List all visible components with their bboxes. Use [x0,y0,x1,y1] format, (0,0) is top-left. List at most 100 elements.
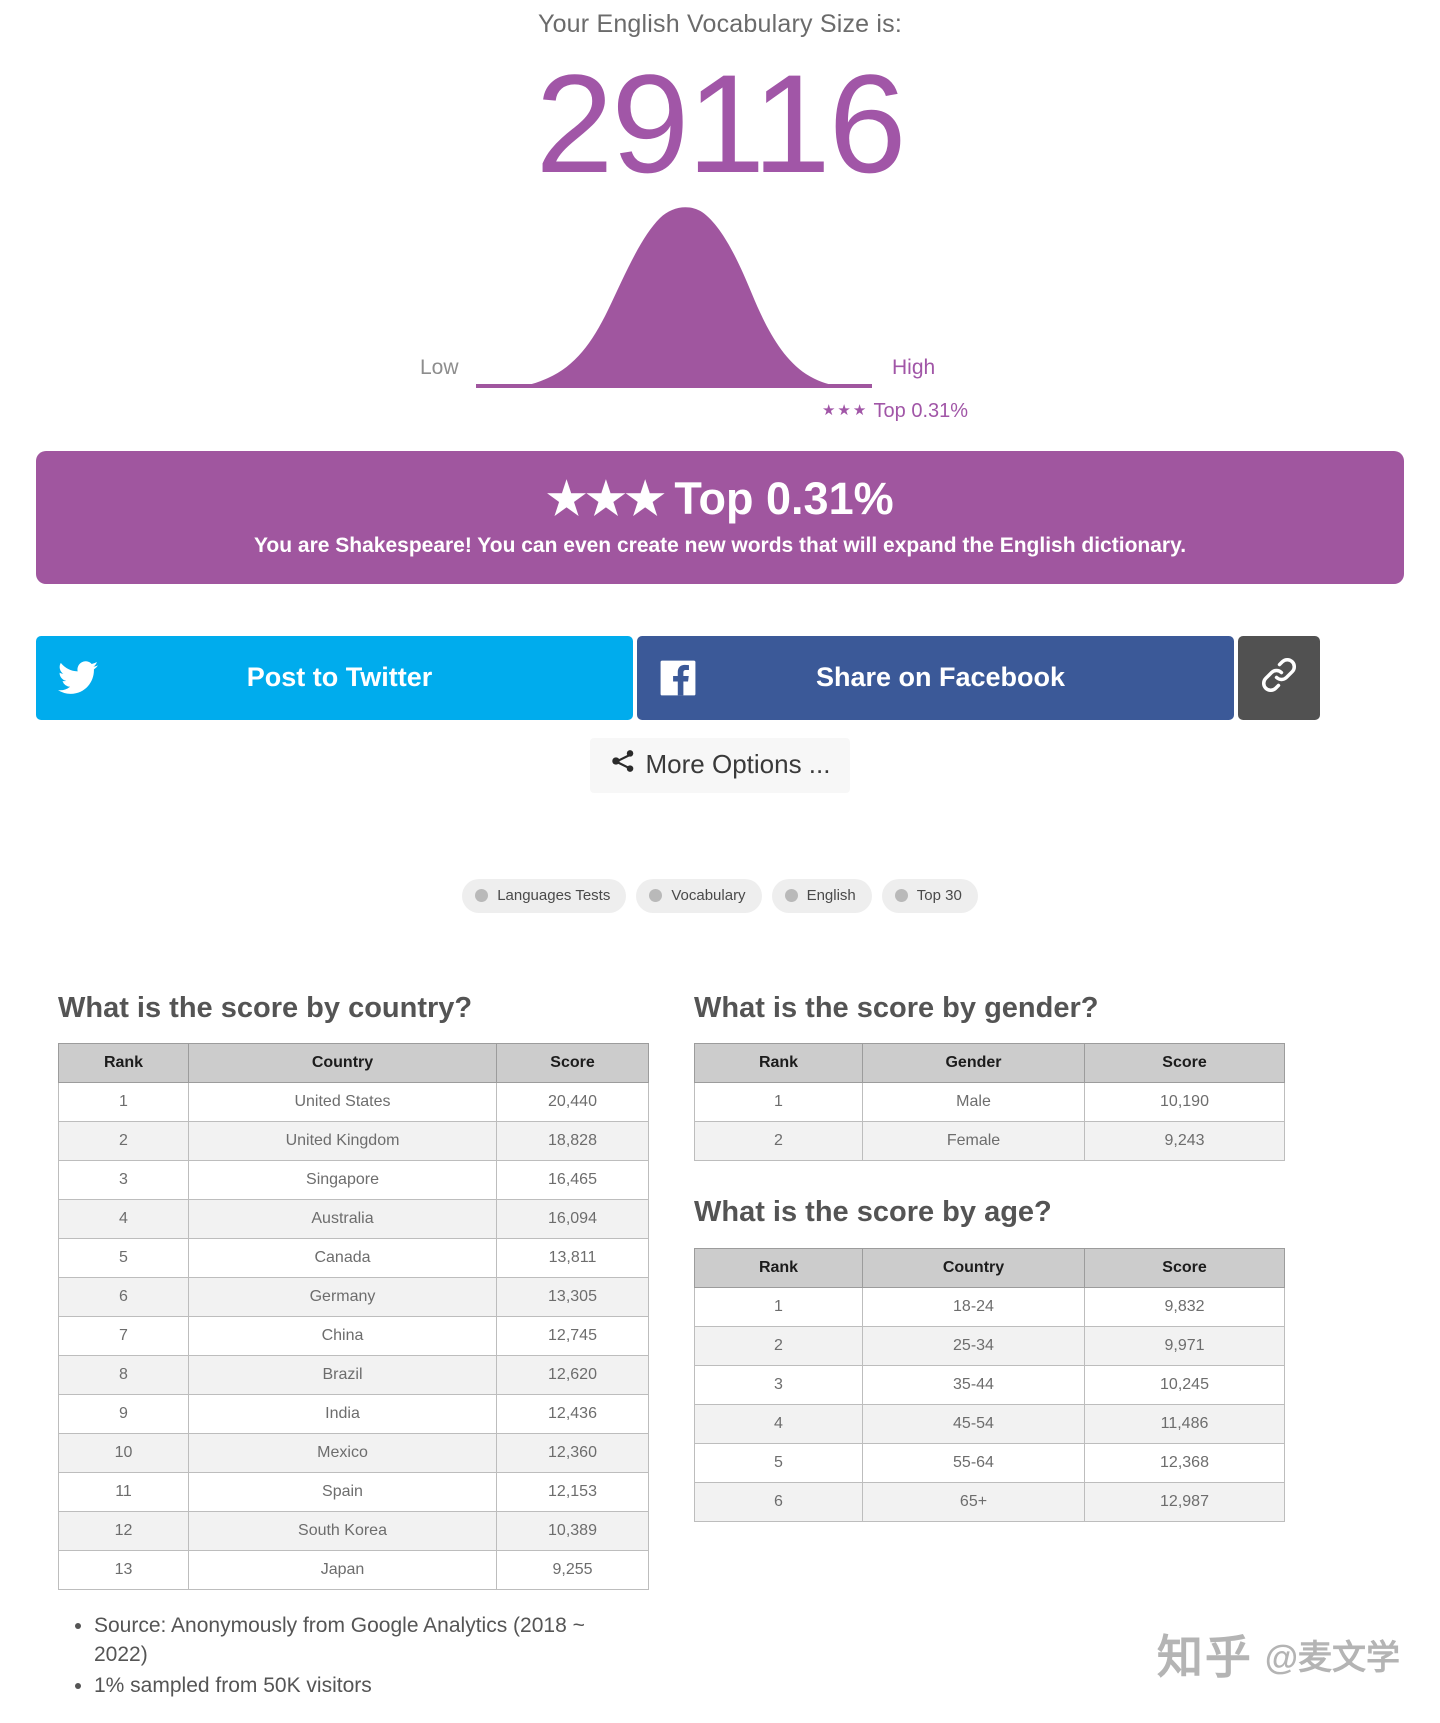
table-header-row: Rank Gender Score [694,1043,1285,1084]
share-on-facebook-button[interactable]: Share on Facebook [637,635,1234,720]
cell-label: Female [862,1121,1085,1162]
copy-link-button[interactable] [1238,635,1320,720]
curve-rank-text: Top 0.31% [873,399,969,422]
cell-score: 10,190 [1084,1082,1285,1123]
table-row: 1 18-24 9,832 [694,1287,1285,1328]
rank-banner-subtitle: You are Shakespeare! You can even create… [253,534,1187,558]
cell-rank: 2 [58,1121,189,1162]
tag-label: Languages Tests [497,886,611,904]
more-options-button[interactable]: More Options ... [589,737,851,793]
vocabulary-result-page: Your English Vocabulary Size is: 29116 L… [0,0,1440,1723]
page-title: Your English Vocabulary Size is: [537,10,903,38]
cell-label: Germany [188,1277,497,1318]
cell-label: Brazil [188,1355,497,1396]
cell-score: 12,745 [496,1316,649,1357]
cell-score: 16,094 [496,1199,649,1240]
curve-low-label: Low [420,355,459,379]
age-section-heading: What is the score by age? [694,1196,1052,1229]
vocabulary-score: 29116 [535,44,907,202]
tag-vocabulary[interactable]: Vocabulary [636,878,762,913]
column-header-rank: Rank [694,1248,863,1289]
post-to-twitter-button[interactable]: Post to Twitter [36,635,633,720]
table-row: 3 35-44 10,245 [694,1365,1285,1406]
cell-rank: 1 [694,1287,863,1328]
tag-dot-icon [475,888,489,902]
cell-label: 55-64 [862,1443,1085,1484]
cell-score: 9,832 [1084,1287,1285,1328]
cell-score: 18,828 [496,1121,649,1162]
table-row: 9 India 12,436 [58,1394,649,1435]
table-header-row: Rank Country Score [58,1043,649,1084]
table-row: 1 Male 10,190 [694,1082,1285,1123]
table-row: 13 Japan 9,255 [58,1550,649,1591]
table-row: 8 Brazil 12,620 [58,1355,649,1396]
age-score-table: Rank Country Score 1 18-24 9,832 2 25-34 9,97… [694,1248,1285,1523]
cell-score: 13,305 [496,1277,649,1318]
cell-rank: 11 [58,1472,189,1513]
share-on-facebook-label: Share on Facebook [815,662,1066,693]
tag-english[interactable]: English [771,878,872,913]
share-nodes-icon [610,748,636,781]
cell-score: 12,360 [496,1433,649,1474]
tag-label: Vocabulary [671,886,746,904]
tag-languages-tests[interactable]: Languages Tests [462,878,627,913]
cell-label: China [188,1316,497,1357]
gender-section-heading: What is the score by gender? [694,991,1099,1024]
watermark: 知乎 @麦文学 [1157,1621,1400,1687]
table-row: 5 55-64 12,368 [694,1443,1285,1484]
cell-score: 12,153 [496,1472,649,1513]
curve-high-label: High [892,355,936,379]
cell-score: 10,389 [496,1511,649,1552]
cell-label: South Korea [188,1511,497,1552]
cell-label: Mexico [188,1433,497,1474]
cell-rank: 5 [694,1443,863,1484]
cell-label: 18-24 [862,1287,1085,1328]
rank-banner: ★★★ Top 0.31% You are Shakespeare! You ca… [36,450,1404,584]
banner-stars-icon: ★★★ [546,472,665,524]
cell-rank: 8 [58,1355,189,1396]
cell-label: United States [188,1082,497,1123]
table-row: 4 Australia 16,094 [58,1199,649,1240]
table-row: 2 United Kingdom 18,828 [58,1121,649,1162]
cell-score: 9,243 [1084,1121,1285,1162]
tag-label: English [806,886,856,904]
gender-age-stats-column: What is the score by gender? Rank Gender… [694,991,1294,1523]
cell-rank: 9 [58,1394,189,1435]
column-header-age: Country [862,1248,1085,1289]
cell-label: Canada [188,1238,497,1279]
rank-banner-title: ★★★ Top 0.31% [66,473,1374,525]
column-header-rank: Rank [694,1043,863,1084]
cell-score: 9,971 [1084,1326,1285,1367]
cell-score: 12,620 [496,1355,649,1396]
cell-label: Singapore [188,1160,497,1201]
bell-curve-chart: Low High [0,198,1440,403]
cell-score: 10,245 [1084,1365,1285,1406]
cell-score: 12,368 [1084,1443,1285,1484]
cell-label: United Kingdom [188,1121,497,1162]
tag-dot-icon [649,888,663,902]
post-to-twitter-label: Post to Twitter [246,662,433,693]
watermark-site: 知乎 [1156,1631,1253,1684]
table-row: 12 South Korea 10,389 [58,1511,649,1552]
gender-score-table: Rank Gender Score 1 Male 10,190 2 Female 9,24… [694,1043,1285,1162]
tags-row: Languages Tests Vocabulary English Top 3… [0,878,1440,913]
table-row: 7 China 12,745 [58,1316,649,1357]
cell-score: 9,255 [496,1550,649,1591]
cell-label: Japan [188,1550,497,1591]
curve-rank-badge: ★★★ Top 0.31% [0,400,1440,423]
cell-label: Australia [188,1199,497,1240]
cell-score: 16,465 [496,1160,649,1201]
curve-stars-icon: ★★★ [821,401,869,419]
tag-label: Top 30 [916,886,962,904]
cell-rank: 2 [694,1121,863,1162]
country-score-table: Rank Country Score 1 United States 20,440 2… [58,1043,649,1591]
table-row: 2 25-34 9,971 [694,1326,1285,1367]
tag-top-30[interactable]: Top 30 [881,878,978,913]
cell-label: Spain [188,1472,497,1513]
table-row: 4 45-54 11,486 [694,1404,1285,1445]
column-header-score: Score [1084,1043,1285,1084]
table-row: 10 Mexico 12,360 [58,1433,649,1474]
column-header-country: Country [188,1043,497,1084]
more-options-row: More Options ... [0,737,1440,793]
cell-label: 25-34 [862,1326,1085,1367]
